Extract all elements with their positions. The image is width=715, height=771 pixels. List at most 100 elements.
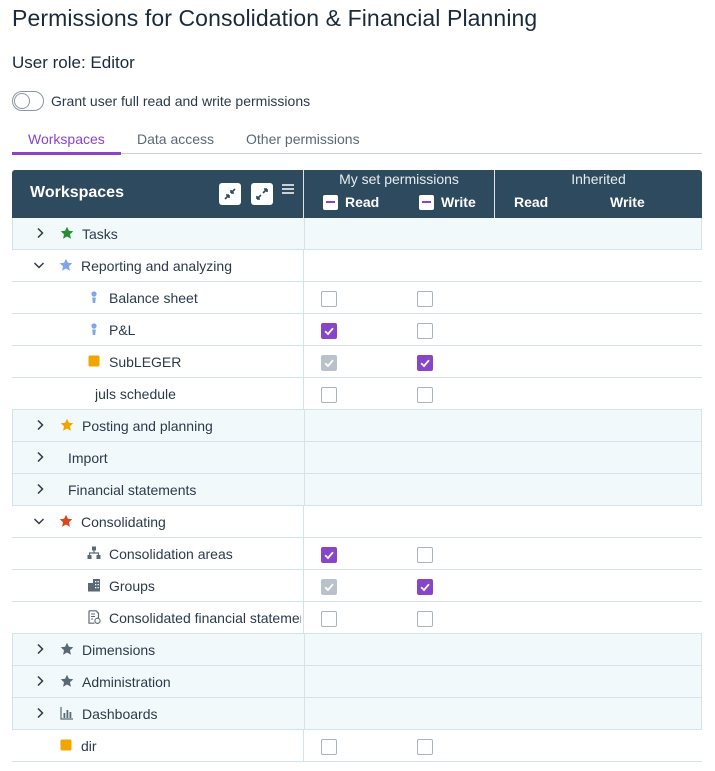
table-row: Balance sheet	[12, 282, 702, 314]
grid-header: Workspaces My set permissions Inherited …	[12, 170, 702, 218]
read-checkbox[interactable]	[321, 739, 337, 755]
full-permissions-label: Grant user full read and write permissio…	[51, 93, 311, 109]
write-checkbox[interactable]	[417, 547, 433, 563]
star-icon	[59, 514, 73, 528]
tab-data-access[interactable]: Data access	[137, 131, 214, 147]
table-row: Financial statements	[12, 474, 702, 506]
column-divider	[304, 218, 305, 249]
row-label: Administration	[82, 674, 171, 690]
write-checkbox[interactable]	[417, 739, 433, 755]
column-divider	[304, 410, 305, 441]
write-checkbox[interactable]	[417, 579, 433, 595]
column-divider	[304, 634, 305, 665]
read-checkbox[interactable]	[321, 323, 337, 339]
row-label: juls schedule	[95, 386, 176, 402]
grid-body: Tasks Reporting and analyzing Balance shee…	[12, 218, 702, 762]
write-checkbox[interactable]	[417, 291, 433, 307]
expand-all-icon[interactable]	[251, 183, 273, 205]
table-row: P&L	[12, 314, 702, 346]
read-checkbox[interactable]	[321, 579, 337, 595]
chevron-right-icon[interactable]	[33, 706, 47, 720]
toggle-knob	[14, 93, 30, 109]
chevron-down-icon[interactable]	[32, 258, 46, 272]
table-row: Dimensions	[12, 634, 702, 666]
row-label: Balance sheet	[109, 290, 198, 306]
table-row: dir	[12, 730, 702, 762]
chevron-down-icon[interactable]	[32, 514, 46, 528]
row-label: Dimensions	[82, 642, 156, 658]
grid-title: Workspaces	[30, 184, 124, 201]
star-icon	[60, 418, 74, 432]
chevron-right-icon[interactable]	[33, 674, 47, 688]
column-divider	[303, 570, 304, 601]
read-checkbox[interactable]	[321, 611, 337, 627]
row-label: SubLEGER	[109, 354, 182, 370]
square-icon	[59, 738, 73, 752]
row-label: Consolidation areas	[109, 546, 233, 562]
column-divider	[303, 378, 304, 409]
select-all-write-checkbox[interactable]	[419, 194, 434, 210]
write-checkbox[interactable]	[417, 355, 433, 371]
menu-icon[interactable]	[282, 182, 294, 200]
chevron-right-icon[interactable]	[33, 450, 47, 464]
building-icon	[87, 578, 101, 592]
tab-bar: Workspaces Data access Other permissions	[12, 126, 702, 155]
column-divider	[304, 698, 305, 729]
row-label: Consolidating	[81, 514, 166, 530]
hierarchy-icon	[87, 546, 101, 560]
tab-workspaces[interactable]: Workspaces	[28, 131, 105, 147]
row-label: Financial statements	[68, 482, 197, 498]
role-title: User role: Editor	[12, 53, 135, 72]
read-checkbox[interactable]	[321, 291, 337, 307]
col-write-header: Write	[419, 194, 476, 210]
column-divider	[304, 442, 305, 473]
chevron-right-icon[interactable]	[33, 418, 47, 432]
write-checkbox[interactable]	[417, 323, 433, 339]
full-permissions-row: Grant user full read and write permissio…	[12, 91, 310, 111]
square-icon	[87, 354, 101, 368]
table-row: Consolidating	[12, 506, 702, 538]
table-row: SubLEGER	[12, 346, 702, 378]
write-checkbox[interactable]	[417, 611, 433, 627]
write-checkbox[interactable]	[417, 387, 433, 403]
column-divider	[303, 506, 304, 537]
row-label: Reporting and analyzing	[81, 258, 232, 274]
table-row: Import	[12, 442, 702, 474]
table-row: juls schedule	[12, 378, 702, 410]
chevron-right-icon[interactable]	[33, 226, 47, 240]
star-icon	[60, 674, 74, 688]
column-divider	[303, 730, 304, 761]
column-divider	[304, 474, 305, 505]
row-label: Consolidated financial statements	[109, 610, 301, 626]
col-write-label: Write	[441, 194, 476, 210]
table-row: Reporting and analyzing	[12, 250, 702, 282]
tab-other-permissions[interactable]: Other permissions	[246, 131, 360, 147]
col-inherited-write: Write	[610, 194, 645, 210]
read-checkbox[interactable]	[321, 547, 337, 563]
table-row: Consolidation areas	[12, 538, 702, 570]
row-label: Tasks	[82, 226, 118, 242]
report-icon	[87, 610, 101, 624]
collapse-all-icon[interactable]	[219, 183, 241, 205]
table-row: Consolidated financial statements	[12, 602, 702, 634]
chevron-right-icon[interactable]	[33, 642, 47, 656]
star-icon	[60, 226, 74, 240]
full-permissions-toggle[interactable]	[12, 91, 44, 111]
column-divider	[304, 666, 305, 697]
column-divider	[303, 282, 304, 313]
col-read-header: Read	[323, 194, 379, 210]
page-title: Permissions for Consolidation & Financia…	[12, 5, 538, 31]
chevron-right-icon[interactable]	[33, 482, 47, 496]
table-row: Administration	[12, 666, 702, 698]
read-checkbox[interactable]	[321, 387, 337, 403]
table-row: Groups	[12, 570, 702, 602]
chart-icon	[60, 706, 74, 720]
active-tab-indicator	[12, 152, 121, 155]
select-all-read-checkbox[interactable]	[323, 194, 338, 210]
read-checkbox[interactable]	[321, 355, 337, 371]
row-label: Import	[68, 450, 108, 466]
star-icon	[59, 258, 73, 272]
table-row: Tasks	[12, 218, 702, 250]
permissions-grid: Workspaces My set permissions Inherited …	[12, 170, 702, 762]
row-label: Dashboards	[82, 706, 158, 722]
